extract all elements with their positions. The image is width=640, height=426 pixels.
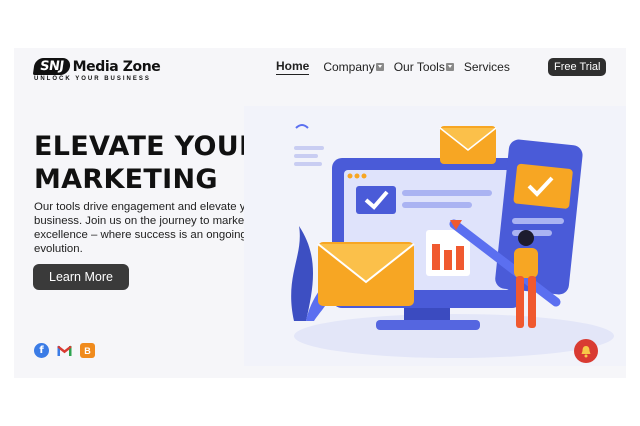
blogger-icon[interactable]: B (80, 343, 95, 358)
monitor-base (376, 320, 480, 330)
window-dot (361, 173, 367, 179)
screen-line (402, 202, 472, 208)
facebook-icon[interactable]: f (34, 343, 49, 358)
main-nav: Home Company Our Tools Services (276, 59, 520, 75)
notification-button[interactable] (574, 339, 598, 363)
nav-item-services[interactable]: Services (464, 60, 510, 74)
bar (432, 244, 440, 270)
doc-line (294, 162, 322, 166)
bar (456, 246, 464, 270)
check-card (356, 186, 396, 214)
nav-label: Our Tools (393, 60, 445, 74)
hero-title: ELEVATE YOUR MARKETING (34, 130, 260, 196)
hero-title-line-2: MARKETING (34, 164, 218, 195)
brand-logo[interactable]: SNJ Media Zone UNLOCK YOUR BUSINESS (32, 58, 161, 82)
nav-label: Company (323, 60, 375, 74)
person-leg (516, 276, 524, 328)
chevron-down-icon (375, 63, 384, 71)
doc-line (294, 154, 318, 158)
page: SNJ Media Zone UNLOCK YOUR BUSINESS Home… (14, 48, 626, 378)
logo-badge: SNJ (32, 58, 71, 75)
phone-line (512, 218, 564, 224)
phone (495, 139, 583, 295)
nav-item-home[interactable]: Home (276, 59, 310, 75)
window-dot (354, 173, 360, 179)
nav-label: Services (463, 60, 510, 74)
social-links: f B (34, 343, 103, 358)
nav-label: Home (276, 59, 310, 73)
bar (444, 250, 452, 270)
screen-line (402, 190, 492, 196)
hero-title-line-1: ELEVATE YOUR (34, 131, 261, 162)
doc-line (294, 146, 324, 150)
monitor-stand (404, 308, 450, 322)
free-trial-button[interactable]: Free Trial (548, 58, 607, 76)
logo-row: SNJ Media Zone (32, 58, 161, 75)
learn-more-button[interactable]: Learn More (33, 264, 129, 290)
nav-item-our-tools[interactable]: Our Tools (394, 60, 454, 74)
chevron-down-icon (445, 63, 454, 71)
nav-item-company[interactable]: Company (323, 60, 384, 74)
gmail-icon[interactable] (57, 343, 72, 358)
person-body (514, 248, 538, 278)
marketing-illustration (244, 106, 626, 366)
bell-icon (581, 345, 591, 357)
person-leg (528, 276, 536, 328)
window-dot (347, 173, 353, 179)
logo-name: Media Zone (72, 58, 161, 75)
person-head (518, 230, 534, 246)
logo-tagline: UNLOCK YOUR BUSINESS (34, 76, 151, 82)
